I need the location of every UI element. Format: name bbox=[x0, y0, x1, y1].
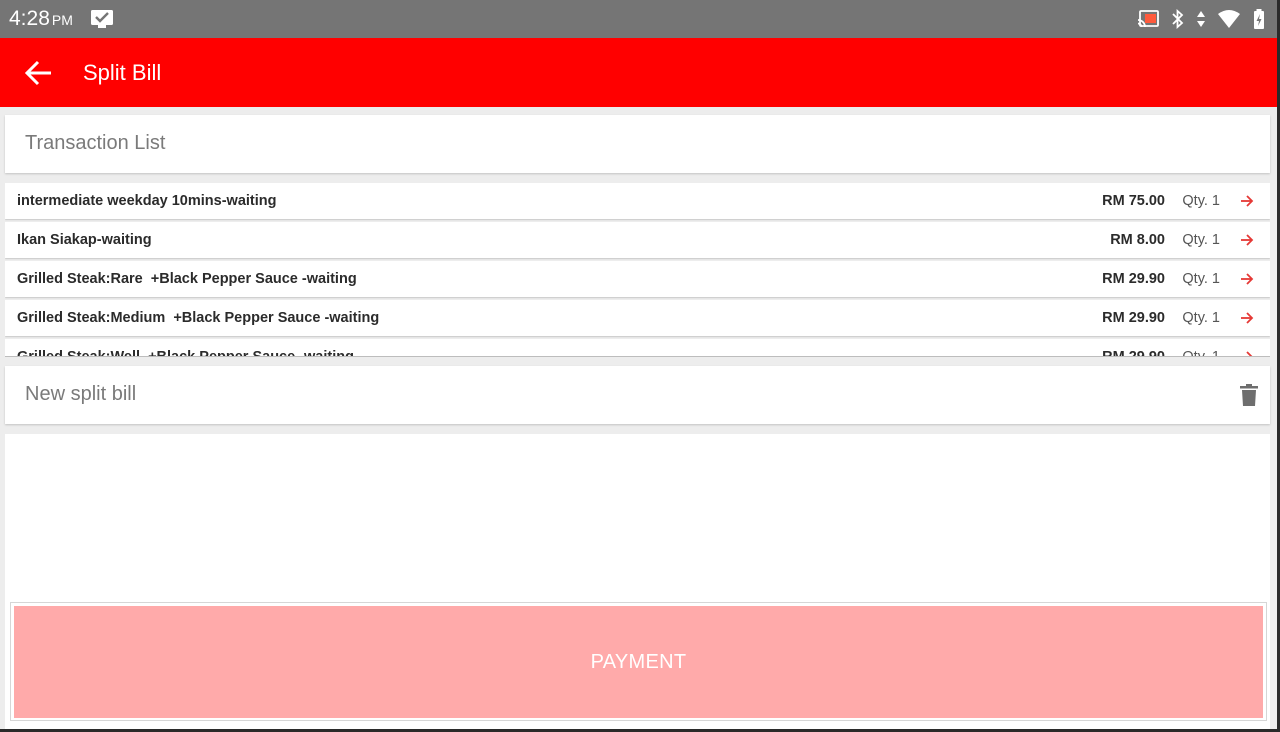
app-bar: Split Bill bbox=[0, 38, 1277, 107]
transaction-list-header: Transaction List bbox=[5, 115, 1270, 173]
transaction-name: Grilled Steak:Well +Black Pepper Sauce -… bbox=[17, 349, 354, 357]
transaction-price: RM 75.00 bbox=[1102, 193, 1165, 209]
transaction-name: Grilled Steak:Rare +Black Pepper Sauce -… bbox=[17, 271, 357, 287]
transaction-qty: Qty. 1 bbox=[1182, 349, 1220, 357]
transaction-price: RM 29.90 bbox=[1102, 271, 1165, 287]
bluetooth-icon bbox=[1172, 9, 1184, 29]
transaction-list-title: Transaction List bbox=[25, 132, 166, 154]
transaction-price: RM 29.90 bbox=[1102, 349, 1165, 357]
data-arrows-icon bbox=[1197, 11, 1205, 27]
status-icons bbox=[1137, 8, 1265, 30]
page-title: Split Bill bbox=[83, 60, 162, 85]
status-bar: 4:28 PM bbox=[0, 0, 1277, 38]
transaction-row[interactable]: Grilled Steak:Well +Black Pepper Sauce -… bbox=[5, 339, 1270, 357]
transaction-row[interactable]: Grilled Steak:Medium +Black Pepper Sauce… bbox=[5, 300, 1270, 336]
status-time-ampm: PM bbox=[51, 12, 73, 28]
battery-icon bbox=[1254, 9, 1264, 29]
transaction-name: Grilled Steak:Medium +Black Pepper Sauce… bbox=[17, 310, 380, 326]
notification-check-icon bbox=[91, 10, 113, 28]
app-window: 4:28 PM Split Bill Transaction List inte… bbox=[0, 0, 1280, 732]
arrow-back-icon[interactable] bbox=[24, 60, 54, 86]
status-time-value: 4:28 bbox=[9, 7, 50, 30]
transaction-row[interactable]: Ikan Siakap-waiting RM 8.00 Qty. 1 bbox=[5, 222, 1270, 258]
wifi-icon bbox=[1218, 10, 1240, 28]
arrow-right-icon[interactable] bbox=[1240, 233, 1254, 247]
arrow-right-icon[interactable] bbox=[1240, 350, 1254, 357]
transaction-price: RM 8.00 bbox=[1110, 232, 1165, 248]
transaction-row[interactable]: intermediate weekday 10mins-waiting RM 7… bbox=[5, 183, 1270, 219]
arrow-right-icon[interactable] bbox=[1240, 194, 1254, 208]
transaction-qty: Qty. 1 bbox=[1182, 310, 1220, 326]
transaction-name: Ikan Siakap-waiting bbox=[17, 232, 152, 248]
transaction-name: intermediate weekday 10mins-waiting bbox=[17, 193, 277, 209]
transaction-row[interactable]: Grilled Steak:Rare +Black Pepper Sauce -… bbox=[5, 261, 1270, 297]
transaction-qty: Qty. 1 bbox=[1182, 232, 1220, 248]
trash-icon[interactable] bbox=[1240, 384, 1258, 406]
arrow-right-icon[interactable] bbox=[1240, 311, 1254, 325]
transaction-qty: Qty. 1 bbox=[1182, 193, 1220, 209]
status-time: 4:28 PM bbox=[9, 6, 73, 33]
transaction-list[interactable]: intermediate weekday 10mins-waiting RM 7… bbox=[5, 183, 1270, 357]
payment-button[interactable]: PAYMENT bbox=[14, 606, 1263, 718]
arrow-right-icon[interactable] bbox=[1240, 272, 1254, 286]
split-bill-title: New split bill bbox=[25, 383, 137, 405]
split-bill-header: New split bill bbox=[5, 366, 1270, 424]
transaction-qty: Qty. 1 bbox=[1182, 271, 1220, 287]
transaction-price: RM 29.90 bbox=[1102, 310, 1165, 326]
cast-icon bbox=[1137, 10, 1159, 28]
